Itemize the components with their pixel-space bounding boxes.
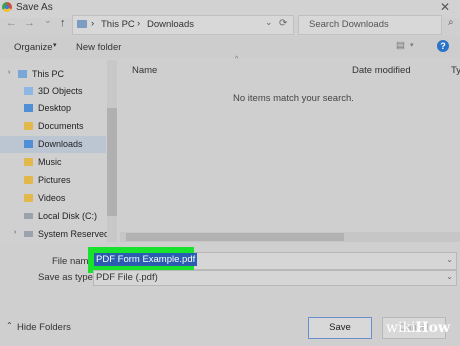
nav-label: This PC [32,69,65,79]
nav-label: Local Disk (C:) [38,211,98,221]
pictures-icon [24,176,33,184]
up-icon[interactable]: ↑ [60,17,66,29]
videos-icon [24,194,33,202]
address-dropdown-icon[interactable]: ⌄ [265,17,273,28]
nav-scrollbar-thumb[interactable] [107,108,117,216]
nav-item-music[interactable]: Music [0,154,106,171]
forward-icon[interactable]: → [24,17,35,29]
window-title: Save As [16,2,53,13]
drive-icon [24,213,33,219]
search-icon[interactable]: ⌕ [448,17,454,28]
nav-item-system-reserved[interactable]: › System Reserved [0,226,110,243]
saveas-type-select[interactable]: PDF File (.pdf) ⌄ [93,270,457,286]
nav-item-local-disk[interactable]: Local Disk (C:) [0,208,106,225]
crumb-sep: › [137,18,141,29]
desktop-icon [24,104,33,112]
folder-3d-icon [24,87,33,95]
saveas-dropdown-icon[interactable]: ⌄ [446,272,453,281]
nav-item-pictures[interactable]: Pictures [0,172,106,189]
column-type[interactable]: Ty [451,65,460,76]
column-date-modified[interactable]: Date modified [352,65,411,76]
toolbar [0,36,460,58]
hide-folders-chevron-icon[interactable]: ⌃ [6,321,13,330]
saveas-type-label: Save as type: [38,272,96,283]
expand-icon[interactable]: › [8,69,10,76]
save-button[interactable]: Save [308,317,372,339]
nav-label: Documents [38,121,84,131]
nav-label: Videos [38,193,66,203]
nav-label: 3D Objects [38,86,83,96]
folder-download-icon [77,20,87,28]
column-name[interactable]: Name [132,65,157,76]
sort-indicator-icon: ^ [235,56,239,63]
nav-item-desktop[interactable]: Desktop [0,100,106,117]
breadcrumb-downloads[interactable]: Downloads [147,19,194,30]
crumb-sep: › [91,18,95,29]
nav-item-this-pc[interactable]: › This PC [0,66,106,83]
search-input[interactable]: Search Downloads [298,15,442,35]
nav-label: Music [38,157,62,167]
empty-message: No items match your search. [233,93,354,104]
music-icon [24,158,33,166]
refresh-icon[interactable]: ⟳ [279,18,287,29]
hide-folders-button[interactable]: Hide Folders [17,322,71,333]
downloads-icon [24,140,33,148]
documents-icon [24,122,33,130]
view-chevron-icon[interactable]: ▾ [410,41,414,49]
address-bar[interactable]: › This PC › Downloads ⌄ ⟳ [72,15,294,35]
help-icon[interactable]: ? [437,40,449,52]
expand-icon[interactable]: › [14,229,16,236]
nav-item-documents[interactable]: Documents [0,118,106,135]
organize-chevron-icon: ▾ [53,42,57,49]
nav-label: System Reserved [38,229,110,239]
filename-value[interactable]: PDF Form Example.pdf [94,253,198,266]
search-placeholder: Search Downloads [309,19,389,30]
nav-label: Downloads [38,139,83,149]
back-icon[interactable]: ← [6,17,17,29]
nav-item-3d-objects[interactable]: 3D Objects [0,83,106,100]
nav-item-videos[interactable]: Videos [0,190,106,207]
nav-label: Desktop [38,103,72,113]
view-icon[interactable]: ▤ [396,40,405,51]
breadcrumb-this-pc[interactable]: This PC [101,19,135,30]
wikihow-watermark: wikiHow [386,320,450,336]
new-folder-button[interactable]: New folder [76,42,121,53]
watermark-wiki: wiki [386,320,416,336]
nav-label: Pictures [38,175,71,185]
organize-button[interactable]: Organize [14,42,53,53]
horizontal-scrollbar-thumb[interactable] [126,233,344,241]
watermark-how: How [415,320,451,336]
file-list [120,60,460,236]
pc-icon [18,70,27,78]
close-icon[interactable]: ✕ [440,0,450,14]
recent-locations-icon[interactable]: ⌄ [44,15,52,26]
drive-icon [24,231,33,237]
filename-dropdown-icon[interactable]: ⌄ [446,255,453,264]
nav-item-downloads[interactable]: Downloads [0,136,106,153]
saveas-type-value: PDF File (.pdf) [96,272,158,283]
chrome-icon [2,2,12,12]
